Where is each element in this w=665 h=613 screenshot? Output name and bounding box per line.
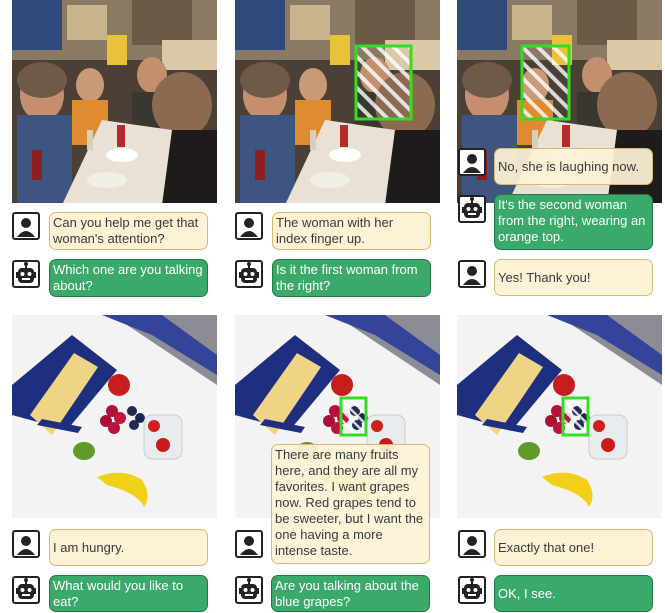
- bot-message: It's the second woman from the right, we…: [494, 194, 653, 250]
- fruit-scene: [12, 315, 217, 518]
- bot-message: Which one are you talking about?: [49, 259, 208, 297]
- robot-icon: [235, 260, 263, 288]
- user-message: Yes! Thank you!: [494, 259, 653, 296]
- person-icon: [458, 530, 486, 558]
- user-message: There are many fruits here, and they are…: [271, 444, 430, 564]
- robot-icon: [458, 195, 486, 223]
- highlight-box: [339, 396, 368, 437]
- robot-icon: [235, 576, 263, 604]
- restaurant-scene: [235, 0, 440, 203]
- highlight-box: [354, 44, 413, 121]
- person-icon: [235, 530, 263, 558]
- bot-message: Is it the first woman from the right?: [272, 259, 431, 297]
- user-message: Can you help me get that woman's attenti…: [49, 212, 208, 250]
- robot-icon: [458, 576, 486, 604]
- person-icon: [458, 260, 486, 288]
- highlight-box: [561, 396, 590, 437]
- user-message: I am hungry.: [49, 529, 208, 566]
- person-icon: [235, 212, 263, 240]
- fruit-scene: [457, 315, 662, 518]
- bot-message: What would you like to eat?: [49, 575, 208, 612]
- bot-message: OK, I see.: [494, 575, 653, 612]
- person-icon: [12, 212, 40, 240]
- panel-1-2-image: [235, 0, 440, 203]
- robot-icon: [12, 576, 40, 604]
- highlight-box: [520, 44, 571, 121]
- bot-message: Are you talking about the blue grapes?: [271, 575, 430, 612]
- user-message: Exactly that one!: [494, 529, 653, 566]
- person-icon: [12, 530, 40, 558]
- panel-2-1-image: [12, 315, 217, 518]
- user-message: No, she is laughing now.: [494, 148, 653, 185]
- person-icon: [458, 148, 486, 176]
- panel-1-1-image: [12, 0, 217, 203]
- robot-icon: [12, 260, 40, 288]
- restaurant-scene: [12, 0, 217, 203]
- panel-2-3-image: [457, 315, 662, 518]
- user-message: The woman with her index finger up.: [272, 212, 431, 250]
